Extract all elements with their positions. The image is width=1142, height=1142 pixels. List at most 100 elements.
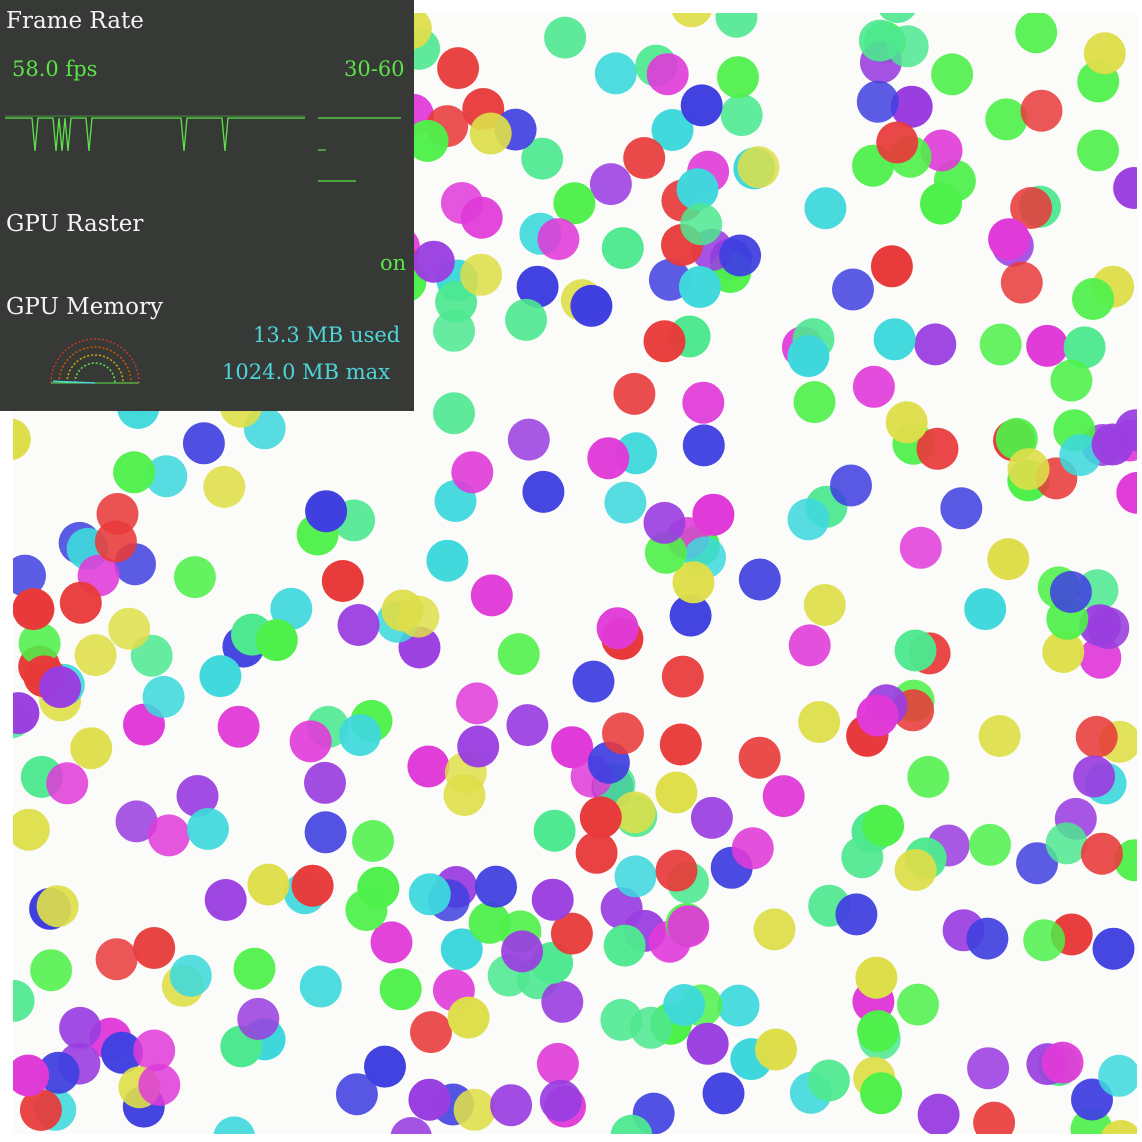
ball	[138, 1063, 181, 1106]
ball	[978, 715, 1021, 757]
ball	[433, 392, 475, 435]
ball	[788, 624, 831, 667]
ball	[203, 465, 246, 508]
ball	[1072, 278, 1114, 320]
ball	[964, 588, 1007, 631]
ball	[899, 526, 942, 569]
ball	[870, 245, 913, 288]
ball	[469, 112, 512, 155]
ball	[433, 309, 476, 352]
ball	[470, 574, 513, 617]
ball	[364, 1045, 406, 1088]
fps-value: 58.0 fps	[12, 57, 98, 81]
ball	[537, 218, 580, 261]
ball	[12, 588, 55, 631]
ball	[832, 268, 874, 311]
ball	[966, 917, 1009, 960]
ball	[1077, 129, 1119, 172]
ball	[94, 520, 137, 563]
ball	[1073, 755, 1116, 798]
ball	[1020, 89, 1063, 132]
fps-minmax-histogram	[318, 117, 401, 182]
gpu-raster-status: on	[380, 251, 407, 275]
ball	[506, 704, 549, 747]
ball	[1083, 32, 1126, 75]
ball	[857, 1010, 900, 1053]
ball	[682, 381, 725, 424]
ball	[979, 323, 1022, 366]
ball	[237, 997, 280, 1040]
ball	[457, 725, 500, 768]
ball	[440, 182, 483, 224]
ball	[522, 470, 565, 513]
ball	[304, 761, 346, 804]
ball	[601, 227, 644, 270]
ball	[321, 560, 364, 602]
ball	[686, 1022, 729, 1065]
ball	[1098, 1054, 1141, 1097]
ball	[680, 203, 723, 246]
ball	[856, 80, 899, 123]
ball	[575, 831, 618, 874]
ball	[357, 866, 400, 909]
ball	[1075, 715, 1118, 758]
ball	[603, 924, 646, 967]
ball	[855, 956, 898, 999]
ball	[787, 498, 830, 541]
ball	[738, 736, 781, 779]
ball	[182, 422, 225, 465]
ball	[803, 584, 846, 626]
ball	[1023, 919, 1066, 962]
ball	[719, 234, 762, 277]
ball	[453, 1088, 496, 1131]
ball	[59, 1006, 102, 1049]
ball	[860, 1072, 903, 1115]
ball	[1080, 832, 1123, 875]
ball	[793, 381, 836, 424]
ball	[447, 996, 490, 1039]
ball	[804, 187, 847, 230]
ball	[147, 814, 190, 857]
gpu-memory-title: GPU Memory	[6, 294, 163, 320]
frame-rate-title: Frame Rate	[6, 8, 144, 34]
ball	[987, 538, 1030, 581]
ball	[914, 323, 957, 366]
ball	[1091, 423, 1134, 466]
ball	[233, 947, 276, 990]
ball	[7, 808, 50, 851]
fps-range: 30-60	[344, 57, 405, 81]
ball	[541, 980, 584, 1023]
ball	[142, 675, 185, 718]
ball	[490, 1084, 533, 1127]
ball	[873, 318, 916, 361]
ball	[1050, 359, 1093, 402]
ball	[969, 823, 1011, 866]
ball	[655, 849, 698, 892]
ball	[169, 954, 212, 997]
ball	[702, 1072, 745, 1115]
ball	[501, 930, 544, 973]
ball	[30, 949, 73, 992]
ball	[690, 796, 733, 839]
ball	[456, 682, 498, 725]
ball	[1045, 822, 1088, 865]
ball	[451, 451, 494, 494]
ball	[1026, 324, 1069, 367]
ball	[426, 539, 469, 582]
ball	[613, 372, 656, 415]
canvas-edge-right	[1137, 0, 1142, 1142]
ball	[412, 240, 455, 283]
ball	[539, 1079, 582, 1122]
gpu-memory-gauge	[50, 338, 140, 384]
ball	[497, 633, 540, 676]
gpu-memory-used: 13.3 MB used	[253, 323, 401, 347]
ball	[475, 865, 517, 908]
ball	[304, 811, 347, 854]
ball	[352, 820, 394, 862]
ball	[737, 146, 780, 189]
ball	[247, 863, 290, 906]
ball	[443, 774, 486, 816]
ball	[204, 879, 247, 921]
ball	[643, 501, 686, 544]
ball	[667, 905, 710, 948]
